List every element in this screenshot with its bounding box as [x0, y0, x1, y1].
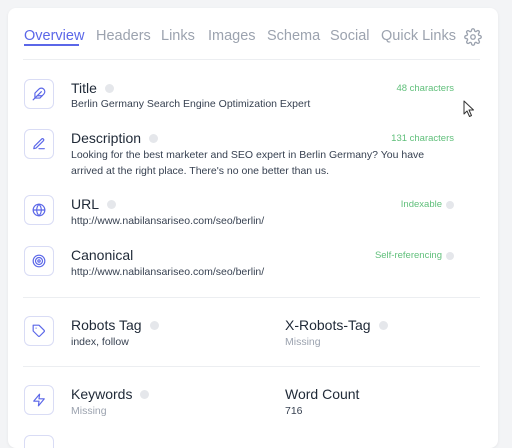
description-label: Description — [71, 130, 159, 146]
feather-icon — [24, 79, 54, 109]
robots-tag-label: Robots Tag — [71, 317, 159, 333]
section-divider — [23, 366, 480, 367]
globe-icon — [24, 195, 54, 225]
tab-social[interactable]: Social — [330, 28, 370, 44]
target-icon — [24, 246, 54, 276]
tag-icon — [24, 316, 54, 346]
info-icon[interactable] — [378, 320, 388, 330]
tab-headers[interactable]: Headers — [96, 28, 151, 44]
mouse-cursor-icon — [463, 100, 474, 117]
tab-quick-links[interactable]: Quick Links — [381, 28, 456, 44]
tab-overview[interactable]: Overview — [24, 28, 84, 44]
description-value-line-1: Looking for the best marketer and SEO ex… — [71, 149, 425, 161]
info-icon[interactable] — [140, 389, 150, 399]
gear-icon[interactable] — [464, 28, 482, 46]
info-icon[interactable] — [149, 320, 159, 330]
x-robots-tag-label: X-Robots-Tag — [285, 317, 388, 333]
x-robots-tag-value: Missing — [285, 336, 321, 348]
section-divider — [23, 297, 480, 298]
description-character-count: 131 characters — [391, 133, 454, 144]
info-icon[interactable] — [446, 200, 454, 209]
tab-bar: Overview Headers Links Images Schema Soc… — [8, 8, 498, 60]
canonical-label: Canonical — [71, 247, 134, 263]
info-icon[interactable] — [149, 133, 159, 143]
pencil-icon — [24, 129, 54, 159]
tab-links[interactable]: Links — [161, 28, 195, 44]
info-icon[interactable] — [446, 251, 454, 260]
tab-schema[interactable]: Schema — [267, 28, 320, 44]
info-icon[interactable] — [107, 199, 117, 209]
description-value-line-2: arrived at the right place. There's no o… — [71, 165, 330, 177]
url-label: URL — [71, 196, 117, 212]
title-label: Title — [71, 80, 114, 96]
tab-images[interactable]: Images — [208, 28, 256, 44]
robots-tag-value: index, follow — [71, 336, 129, 348]
word-count-value: 716 — [285, 405, 303, 417]
keywords-label: Keywords — [71, 386, 150, 402]
title-character-count: 48 characters — [396, 83, 454, 94]
info-icon[interactable] — [104, 83, 114, 93]
url-indexable-status: Indexable — [401, 199, 454, 210]
next-row-icon — [24, 435, 54, 448]
keywords-value: Missing — [71, 405, 107, 417]
title-value: Berlin Germany Search Engine Optimizatio… — [71, 98, 311, 110]
tabs-divider — [23, 59, 480, 60]
canonical-status: Self-referencing — [375, 250, 454, 261]
word-count-label: Word Count — [285, 386, 360, 402]
lightning-icon — [24, 385, 54, 415]
active-tab-indicator — [24, 44, 79, 46]
url-value[interactable]: http://www.nabilansariseo.com/seo/berlin… — [71, 213, 264, 229]
seo-analyzer-panel: Overview Headers Links Images Schema Soc… — [8, 8, 498, 448]
canonical-value[interactable]: http://www.nabilansariseo.com/seo/berlin… — [71, 264, 264, 280]
